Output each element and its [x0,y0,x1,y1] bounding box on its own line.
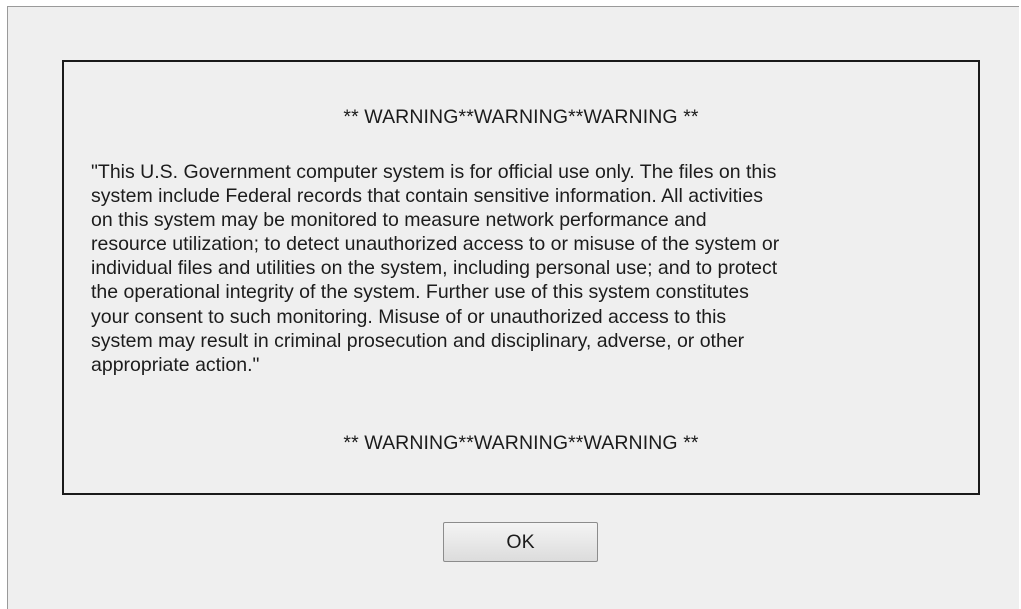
warning-dialog: ** WARNING**WARNING**WARNING ** "This U.… [7,6,1019,609]
ok-button[interactable]: OK [443,522,598,562]
warning-banner-bottom: ** WARNING**WARNING**WARNING ** [343,432,699,454]
security-notice-text: "This U.S. Government computer system is… [91,161,780,376]
security-notice-box: ** WARNING**WARNING**WARNING ** "This U.… [62,60,980,495]
warning-banner-top: ** WARNING**WARNING**WARNING ** [343,106,699,128]
